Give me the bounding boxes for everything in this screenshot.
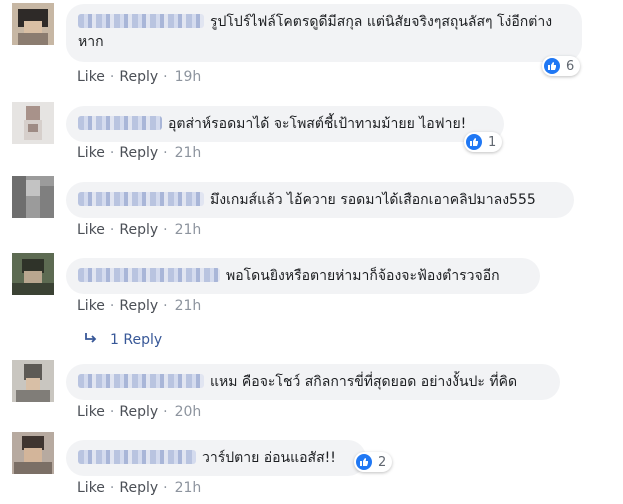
reply-link[interactable]: Reply <box>119 298 158 314</box>
comment-text: วาร์ปตาย อ่อนแอสัส!! <box>202 450 336 466</box>
avatar[interactable] <box>12 432 54 474</box>
separator: · <box>109 145 115 161</box>
avatar[interactable] <box>12 3 54 45</box>
reply-link[interactable]: Reply <box>119 145 158 161</box>
reply-arrow-icon <box>84 332 98 348</box>
like-reaction-icon <box>544 58 560 74</box>
comment-text: อุตส่าห์รอดมาได้ จะโพสต์ชี้เป้าทามม้ายย … <box>168 116 467 132</box>
timestamp[interactable]: 21h <box>175 222 202 238</box>
view-replies-link[interactable]: 1 Reply <box>84 332 162 348</box>
separator: · <box>163 480 168 496</box>
view-replies-label: 1 Reply <box>110 332 163 348</box>
comment-actions: Like · Reply · 20h <box>77 404 201 420</box>
comment-actions: Like · Reply · 21h <box>77 222 201 238</box>
separator: · <box>109 69 115 85</box>
commenter-name[interactable] <box>78 374 204 388</box>
like-link[interactable]: Like <box>77 145 105 161</box>
like-link[interactable]: Like <box>77 298 105 314</box>
comment-bubble: แหม คือจะโชว์ สกิลการขี่ที่สุดยอด อย่างง… <box>66 364 560 400</box>
like-link[interactable]: Like <box>77 404 105 420</box>
avatar[interactable] <box>12 360 54 402</box>
like-link[interactable]: Like <box>77 69 105 85</box>
separator: · <box>163 298 168 314</box>
like-link[interactable]: Like <box>77 480 105 496</box>
reply-link[interactable]: Reply <box>119 480 158 496</box>
separator: · <box>109 480 115 496</box>
commenter-name[interactable] <box>78 14 204 28</box>
separator: · <box>163 404 168 420</box>
separator: · <box>163 222 168 238</box>
timestamp[interactable]: 21h <box>175 298 202 314</box>
comment-bubble: วาร์ปตาย อ่อนแอสัส!! <box>66 440 366 476</box>
like-link[interactable]: Like <box>77 222 105 238</box>
separator: · <box>163 145 168 161</box>
comment-actions: Like · Reply · 19h <box>77 69 201 85</box>
reply-link[interactable]: Reply <box>119 404 158 420</box>
avatar[interactable] <box>12 102 54 144</box>
commenter-name[interactable] <box>78 116 162 130</box>
timestamp[interactable]: 21h <box>175 145 202 161</box>
like-reaction-icon <box>466 134 482 150</box>
separator: · <box>163 69 168 85</box>
reaction-count[interactable]: 6 <box>542 56 581 76</box>
separator: · <box>109 404 115 420</box>
timestamp[interactable]: 20h <box>175 404 202 420</box>
comment-bubble: อุตส่าห์รอดมาได้ จะโพสต์ชี้เป้าทามม้ายย … <box>66 106 504 142</box>
avatar[interactable] <box>12 176 54 218</box>
comment-bubble: พอโดนยิงหรือตายห่ามาก็จ้องจะฟ้องตำรวจอีก <box>66 258 540 294</box>
reply-link[interactable]: Reply <box>119 69 158 85</box>
comment-text: แหม คือจะโชว์ สกิลการขี่ที่สุดยอด อย่างง… <box>210 374 518 390</box>
avatar[interactable] <box>12 253 54 295</box>
comment-actions: Like · Reply · 21h <box>77 480 201 496</box>
reply-link[interactable]: Reply <box>119 222 158 238</box>
timestamp[interactable]: 19h <box>175 69 202 85</box>
comment-bubble: มึงเกมส์แล้ว ไอ้ควาย รอดมาได้เสือกเอาคลิ… <box>66 182 574 218</box>
separator: · <box>109 298 115 314</box>
comment-actions: Like · Reply · 21h <box>77 145 201 161</box>
reaction-count[interactable]: 1 <box>464 132 503 152</box>
reaction-count[interactable]: 2 <box>354 452 393 472</box>
comment-text: พอโดนยิงหรือตายห่ามาก็จ้องจะฟ้องตำรวจอีก <box>226 268 500 284</box>
commenter-name[interactable] <box>78 450 196 464</box>
commenter-name[interactable] <box>78 192 204 206</box>
like-reaction-icon <box>356 454 372 470</box>
comment-actions: Like · Reply · 21h <box>77 298 201 314</box>
separator: · <box>109 222 115 238</box>
commenter-name[interactable] <box>78 268 220 282</box>
timestamp[interactable]: 21h <box>175 480 202 496</box>
comment-bubble: รูปโปร์ไฟล์โคตรดูดีมีสกุล แต่นิสัยจริงๆส… <box>66 4 582 62</box>
comment-text: มึงเกมส์แล้ว ไอ้ควาย รอดมาได้เสือกเอาคลิ… <box>210 192 536 208</box>
